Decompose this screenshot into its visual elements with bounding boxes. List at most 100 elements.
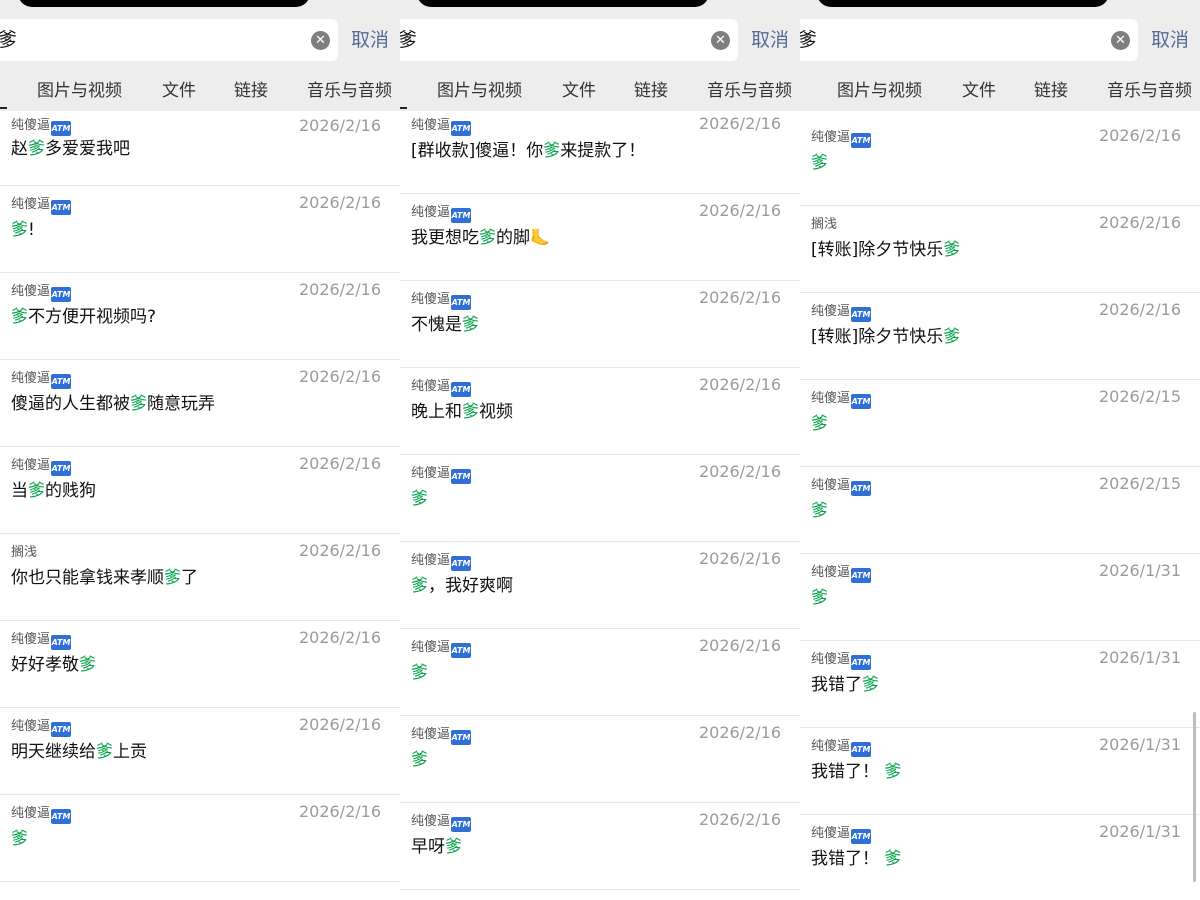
search-input[interactable]: 爹 ✕ [0,19,338,61]
atm-badge-icon: ATM [851,481,872,496]
message-text: 赵爹多爱爱我吧 [11,139,130,159]
highlight-match: 爹 [462,315,479,335]
atm-badge-icon: ATM [851,568,872,583]
highlight-match: 爹 [811,501,828,521]
sender-name: 搁浅 [11,545,38,560]
tab-links[interactable]: 链接 [234,79,268,103]
message-text: 爹 [411,749,428,771]
highlight-match: 爹 [411,489,428,509]
result-row[interactable]: 纯傻逼 ATM 2026/2/16 爹 [400,455,800,542]
atm-badge-icon: ATM [51,635,72,650]
atm-badge-icon: ATM [51,809,72,824]
result-row[interactable]: 纯傻逼 ATM 2026/1/31 我错了！ 爹 [800,815,1200,900]
tab-images-videos[interactable]: 图片与视频 [37,79,122,103]
result-row[interactable]: 纯傻逼 ATM 2026/1/31 我错了！ 爹 [800,728,1200,815]
tab-music-audio[interactable]: 音乐与音频 [707,79,792,103]
scrollbar[interactable] [1193,712,1196,882]
highlight-match: 爹 [811,153,828,173]
result-row[interactable]: 纯傻逼 ATM 2026/2/16 爹，我好爽啊 [400,542,800,629]
result-row[interactable]: 纯傻逼 ATM 2026/2/15 爹 [800,380,1200,467]
message-date: 2026/2/16 [298,454,381,473]
search-input[interactable]: 爹 ✕ [400,19,738,61]
highlight-match: 爹 [943,240,961,260]
clear-icon[interactable]: ✕ [311,31,330,50]
tab-links[interactable]: 链接 [634,79,668,103]
message-text: 爹 [411,662,428,684]
result-row[interactable]: 纯傻逼 ATM 2026/2/16 当爹的贱狗 [0,447,400,534]
message-date: 2026/2/16 [298,367,381,386]
message-text: 你也只能拿钱来孝顺爹了 [11,568,198,588]
highlight-match: 爹 [28,139,45,159]
message-date: 2026/1/31 [1098,561,1181,580]
highlight-match: 爹 [96,742,113,762]
atm-badge-icon: ATM [451,295,472,310]
result-row[interactable]: 纯傻逼 ATM 2026/2/16 我更想吃爹的脚🦶 [400,194,800,281]
clear-icon[interactable]: ✕ [1111,31,1130,50]
highlight-match: 爹 [411,663,428,683]
message-text: 我错了！ 爹 [811,849,902,869]
sender-name: 纯傻逼 ATM [11,805,72,824]
sender-name: 纯傻逼 ATM [811,738,872,757]
result-row[interactable]: 纯傻逼 ATM 2026/2/16 好好孝敬爹 [0,621,400,708]
foot-icon: 🦶 [530,228,550,247]
message-text: 不愧是爹 [411,315,479,335]
sender-name: 纯傻逼 ATM [411,117,472,136]
search-results-panel-1: 爹 ✕ 取消 图片与视频 文件 链接 音乐与音频 纯傻逼 ATM 2026/2/1… [0,0,400,900]
sender-name: 纯傻逼 ATM [411,813,472,832]
result-row[interactable]: 纯傻逼 ATM 2026/2/16 明天继续给爹上贡 [0,708,400,795]
highlight-match: 爹 [11,307,28,327]
atm-badge-icon: ATM [451,556,472,571]
result-row[interactable]: 纯傻逼 ATM 2026/2/16 爹 [800,119,1200,206]
result-row[interactable]: 纯傻逼 ATM 2026/2/16 傻逼的人生都被爹随意玩弄 [0,360,400,447]
result-row[interactable]: 纯傻逼 ATM 2026/2/16 [转账]除夕节快乐爹 [800,293,1200,380]
highlight-match: 爹 [411,750,428,770]
tab-images-videos[interactable]: 图片与视频 [437,79,522,103]
tab-music-audio[interactable]: 音乐与音频 [1107,79,1192,103]
tab-images-videos[interactable]: 图片与视频 [837,79,922,103]
result-row[interactable]: 纯傻逼 ATM 2026/2/16 早呀爹 [400,803,800,890]
message-text: 晚上和爹视频 [411,402,513,422]
search-header: 爹 ✕ 取消 图片与视频 文件 链接 音乐与音频 [0,0,400,111]
result-row[interactable]: 搁浅 2026/2/16 你也只能拿钱来孝顺爹了 [0,534,400,621]
category-tabs: 图片与视频 文件 链接 音乐与音频 [400,79,800,105]
result-row[interactable]: 纯傻逼 ATM 2026/2/16 赵爹多爱爱我吧 [0,111,400,186]
result-row[interactable]: 纯傻逼 ATM 2026/2/16 爹! [0,186,400,273]
result-row[interactable]: 纯傻逼 ATM 2026/2/16 爹 [400,716,800,803]
result-row[interactable]: 纯傻逼 ATM 2026/1/31 我错了爹 [800,641,1200,728]
sender-name: 纯傻逼 ATM [811,825,872,844]
sender-name: 纯傻逼 ATM [11,370,72,389]
message-date: 2026/2/16 [698,723,781,742]
tab-music-audio[interactable]: 音乐与音频 [307,79,392,103]
tab-files[interactable]: 文件 [962,79,996,103]
search-input[interactable]: 爹 ✕ [800,19,1138,61]
result-row[interactable]: 纯傻逼 ATM 2026/2/16 爹不方便开视频吗? [0,273,400,360]
highlight-match: 爹 [164,568,181,588]
result-row[interactable]: 纯傻逼 ATM 2026/1/31 爹 [800,554,1200,641]
message-date: 2026/2/16 [1098,126,1181,145]
cancel-button[interactable]: 取消 [751,29,789,51]
sender-name: 纯傻逼 ATM [411,378,472,397]
result-row[interactable]: 搁浅 2026/2/16 [转账]除夕节快乐爹 [800,206,1200,293]
highlight-match: 爹 [130,394,147,414]
tab-files[interactable]: 文件 [162,79,196,103]
cancel-button[interactable]: 取消 [351,29,389,51]
message-text: 爹 [811,500,828,522]
highlight-match: 爹 [862,675,879,695]
result-row[interactable]: 纯傻逼 ATM 2026/2/16 晚上和爹视频 [400,368,800,455]
result-row[interactable]: 纯傻逼 ATM 2026/2/16 爹 [0,795,400,882]
message-date: 2026/2/16 [698,462,781,481]
results-list: 纯傻逼 ATM 2026/2/16 [群收款]傻逼！你爹来提款了！ 纯傻逼 ATM … [400,107,800,890]
search-header: 爹 ✕ 取消 图片与视频 文件 链接 音乐与音频 [800,0,1200,111]
message-text: 早呀爹 [411,837,462,857]
tab-files[interactable]: 文件 [562,79,596,103]
results-list: 纯傻逼 ATM 2026/2/16 爹 搁浅 2026/2/16 [转账]除夕节快… [800,119,1200,900]
result-row[interactable]: 纯傻逼 ATM 2026/2/16 爹 [400,629,800,716]
clear-icon[interactable]: ✕ [711,31,730,50]
result-row[interactable]: 纯傻逼 ATM 2026/2/16 [群收款]傻逼！你爹来提款了！ [400,107,800,194]
result-row[interactable]: 纯傻逼 ATM 2026/2/16 不愧是爹 [400,281,800,368]
message-date: 2026/2/16 [298,628,381,647]
message-date: 2026/2/16 [698,549,781,568]
cancel-button[interactable]: 取消 [1151,29,1189,51]
result-row[interactable]: 纯傻逼 ATM 2026/2/15 爹 [800,467,1200,554]
tab-links[interactable]: 链接 [1034,79,1068,103]
